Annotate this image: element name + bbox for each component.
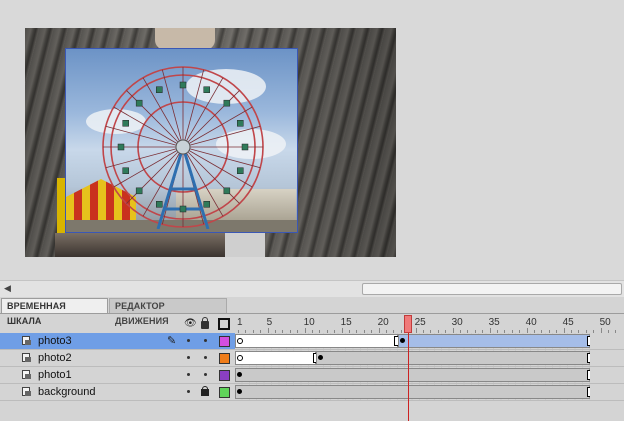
ferris-wheel	[102, 66, 264, 229]
frame-ruler[interactable]: 1 5 10 15 20 25 30 35 40 45 50	[235, 315, 624, 333]
lock-icon[interactable]	[201, 386, 209, 396]
ruler-label: 35	[488, 317, 500, 328]
outline-color-swatch[interactable]	[219, 370, 230, 381]
frames-empty-area	[590, 384, 624, 400]
frame-span[interactable]	[235, 385, 591, 399]
lock-toggle[interactable]	[204, 339, 207, 342]
lock-icon[interactable]	[201, 317, 209, 329]
frame-span[interactable]	[235, 334, 398, 348]
outline-icon[interactable]	[218, 318, 230, 330]
layer-name[interactable]: photo1	[38, 369, 72, 381]
stage-horizontal-scrollbar[interactable]: ◀	[0, 280, 624, 298]
keyframe[interactable]	[237, 338, 243, 344]
layer-row-photo2[interactable]: photo2	[0, 350, 624, 367]
ruler-label: 50	[599, 317, 611, 328]
stage[interactable]	[0, 0, 624, 280]
frame-span[interactable]	[316, 351, 591, 365]
tab-timeline[interactable]: ВРЕМЕННАЯ ШКАЛА	[1, 298, 108, 326]
layer-row-photo3[interactable]: photo3 ✎	[0, 333, 624, 350]
layer-frames[interactable]	[235, 350, 624, 366]
outline-color-swatch[interactable]	[219, 387, 230, 398]
layer-icon	[22, 336, 31, 345]
photo-detail	[155, 28, 215, 50]
visibility-toggle[interactable]	[187, 356, 190, 359]
keyframe[interactable]	[237, 372, 242, 377]
ruler-label: 30	[451, 317, 463, 328]
timeline-panel: ВРЕМЕННАЯ ШКАЛА РЕДАКТОР ДВИЖЕНИЯ 👁 1 5 10…	[0, 297, 624, 421]
layer-name[interactable]: photo2	[38, 352, 72, 364]
ruler-label: 10	[303, 317, 315, 328]
lock-toggle[interactable]	[204, 356, 207, 359]
layer-icon	[22, 353, 31, 362]
keyframe[interactable]	[237, 355, 243, 361]
layer-icon	[22, 370, 31, 379]
ruler-label: 20	[377, 317, 389, 328]
ruler-label: 5	[266, 317, 273, 328]
layer-name-cell[interactable]: photo3 ✎	[0, 333, 235, 349]
ruler-label: 15	[340, 317, 352, 328]
layer-row-background[interactable]: background	[0, 384, 624, 401]
ruler-label: 1	[237, 317, 243, 328]
scrollbar-thumb[interactable]	[362, 283, 622, 295]
ruler-label: 40	[525, 317, 537, 328]
tab-motion-editor[interactable]: РЕДАКТОР ДВИЖЕНИЯ	[109, 298, 227, 326]
frame-span[interactable]	[397, 334, 591, 348]
layer-row-photo1[interactable]: photo1	[0, 367, 624, 384]
eye-icon[interactable]: 👁	[184, 319, 197, 329]
frame-span[interactable]	[235, 368, 591, 382]
ruler-label: 45	[562, 317, 574, 328]
selected-photo[interactable]	[65, 48, 298, 233]
visibility-toggle[interactable]	[187, 390, 190, 393]
layer-name-cell[interactable]: photo2	[0, 350, 235, 366]
layer-frames[interactable]	[235, 384, 624, 400]
keyframe[interactable]	[237, 389, 242, 394]
layer-name[interactable]: background	[38, 386, 96, 398]
layer-frames[interactable]	[235, 367, 624, 383]
outline-color-swatch[interactable]	[219, 336, 230, 347]
frames-empty-area	[590, 350, 624, 366]
frames-empty-area	[590, 367, 624, 383]
layer-name-cell[interactable]: photo1	[0, 367, 235, 383]
outline-color-swatch[interactable]	[219, 353, 230, 364]
keyframe[interactable]	[399, 338, 405, 343]
lock-toggle[interactable]	[204, 373, 207, 376]
photo-detail	[55, 233, 225, 257]
layer-frames[interactable]	[235, 333, 624, 349]
layer-icon	[22, 387, 31, 396]
panel-tabs: ВРЕМЕННАЯ ШКАЛА РЕДАКТОР ДВИЖЕНИЯ	[0, 297, 624, 326]
visibility-toggle[interactable]	[187, 339, 190, 342]
pencil-icon: ✎	[167, 335, 177, 347]
layer-name[interactable]: photo3	[38, 335, 72, 347]
layer-name-cell[interactable]: background	[0, 384, 235, 400]
scroll-left-icon[interactable]: ◀	[4, 283, 11, 294]
frames-empty-area	[590, 333, 624, 349]
ruler-label: 25	[414, 317, 426, 328]
visibility-toggle[interactable]	[187, 373, 190, 376]
playhead[interactable]	[404, 315, 413, 333]
frame-span[interactable]	[235, 351, 317, 365]
playhead-line	[408, 333, 410, 421]
